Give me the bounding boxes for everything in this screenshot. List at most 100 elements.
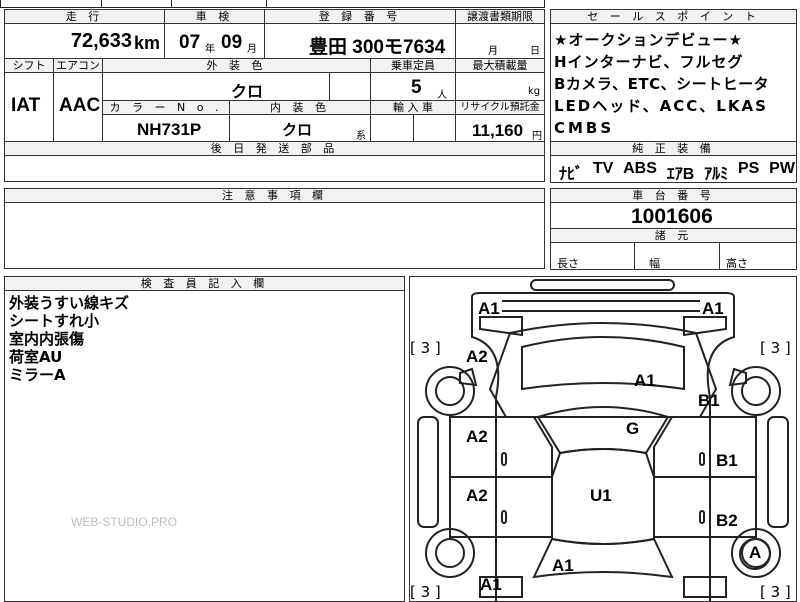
exterior-color-header: 外 装 色 (102, 58, 371, 73)
damage-mark-left-fender: A2 (466, 347, 488, 366)
import-cell (370, 114, 456, 142)
inspection-month-unit: 月 (247, 44, 257, 55)
transfer-deadline-header: 譲渡書類期限 (455, 9, 545, 24)
max-load-unit: kg (528, 86, 541, 97)
sales-point-body: ★オークションデビュー★ Hインターナビ、フルセグ Bカメラ、ETC、シートヒー… (550, 23, 797, 142)
interior-color-suffix: 系 (356, 131, 366, 142)
interior-color-cell: クロ 系 (229, 114, 371, 142)
chassis-header: 車 台 番 号 (550, 188, 797, 203)
shift-cell: IAT (4, 72, 54, 142)
registration-cell: 豊田 300モ7634 (264, 23, 456, 59)
aircon-value: AAC (59, 95, 101, 116)
import-header: 輸 入 車 (370, 100, 456, 115)
damage-mark-left-front-door: A2 (466, 427, 488, 446)
max-load-header: 最大積載量 (455, 58, 545, 73)
notes-body (4, 202, 545, 269)
sales-point-list: ★オークションデビュー★ Hインターナビ、フルセグ Bカメラ、ETC、シートヒー… (554, 29, 769, 139)
top-strip (0, 0, 545, 8)
watermark: WEB-STUDIO.PRO (71, 515, 178, 529)
transfer-month-unit: 月 (488, 46, 498, 57)
transfer-deadline-cell: 月 日 (455, 23, 545, 59)
mileage-value: 72,633 (70, 30, 132, 52)
interior-color-header: 内 装 色 (229, 100, 371, 115)
later-parts-body (4, 155, 545, 182)
bracket-front-left: [ 3 ] (410, 339, 441, 357)
oem-item: ｴｱB (666, 166, 695, 183)
width-label: 幅 (649, 257, 660, 270)
dims-header: 諸 元 (550, 228, 797, 243)
mileage-cell: 72,633 km (4, 23, 165, 59)
shift-value: IAT (11, 95, 41, 116)
sales-point-header: セ ー ル ス ポ イ ン ト (550, 9, 797, 24)
registration-plate: 豊田 300モ7634 (309, 37, 446, 58)
mileage-unit: km (133, 33, 160, 53)
sales-point-line: LEDヘッド、ACC、LKAS (554, 97, 768, 115)
damage-mark-right-fender: B1 (698, 391, 720, 410)
oem-item: ﾅﾋﾞ (559, 166, 584, 183)
chassis-cell: 1001606 (550, 202, 797, 229)
inspector-note: 荷室AU (9, 348, 63, 366)
aircon-header: エアコン (53, 58, 103, 73)
bracket-front-right: [ 3 ] (760, 339, 791, 357)
oem-item: TV (592, 160, 614, 177)
aircon-cell: AAC (53, 72, 103, 142)
height-cell: 高さ (719, 242, 797, 270)
damage-mark-roof-rear: U1 (590, 486, 612, 505)
inspector-header: 検 査 員 記 入 欄 (4, 276, 405, 291)
sales-point-line: Hインターナビ、フルセグ (554, 53, 744, 71)
oem-header: 純 正 装 備 (550, 141, 797, 156)
exterior-color-cell: クロ (102, 72, 371, 101)
damage-mark-hood: A1 (634, 371, 656, 390)
color-no-cell: NH731P (102, 114, 230, 142)
capacity-header: 乗車定員 (370, 58, 456, 73)
shift-header: シフト (4, 58, 54, 73)
damage-mark-rear-left: A1 (480, 575, 502, 594)
inspection-header: 車 検 (164, 9, 265, 24)
max-load-cell: kg (455, 72, 545, 101)
damage-mark-front-left: A1 (478, 299, 500, 318)
damage-mark-roof-front: G (626, 419, 640, 438)
damage-mark-trunk: A1 (552, 556, 574, 575)
sales-point-line: ★オークションデビュー★ (554, 31, 743, 49)
recycle-value: 11,160 (472, 121, 524, 140)
recycle-cell: 11,160 円 (455, 114, 545, 142)
damage-mark-front-right: A1 (702, 299, 724, 318)
height-label: 高さ (726, 257, 748, 270)
damage-mark-right-rear-door: B2 (716, 511, 738, 530)
chassis-number: 1001606 (631, 205, 713, 228)
recycle-unit: 円 (532, 131, 542, 142)
bracket-rear-left: [ 3 ] (410, 583, 441, 601)
exterior-color-value: クロ (231, 82, 264, 101)
inspection-year-unit: 年 (205, 44, 215, 55)
bracket-rear-right: [ 3 ] (760, 583, 791, 601)
oem-item: PW (769, 160, 795, 177)
mileage-header: 走 行 (4, 9, 165, 24)
capacity-value: 5 (411, 77, 422, 98)
inspector-note: ミラーA (9, 366, 66, 384)
registration-header: 登 録 番 号 (264, 9, 456, 24)
inspection-cell: 07 年 09 月 (164, 23, 265, 59)
damage-mark-rear-quarter-right: A (749, 543, 762, 562)
inspector-note: 室内内張傷 (9, 330, 85, 348)
color-no-header: カ ラ ー N o . (102, 100, 230, 115)
inspection-month: 09 (221, 32, 243, 53)
notes-header: 注 意 事 項 欄 (4, 188, 545, 203)
oem-item: ｱﾙﾐ (704, 166, 729, 183)
sales-point-line: CMBS (554, 119, 615, 137)
transfer-day-unit: 日 (530, 46, 540, 57)
inspector-notes-list: 外装うすい線キズ シートすれ小 室内内張傷 荷室AU ミラーA (9, 294, 129, 384)
length-cell: 長さ (550, 242, 635, 270)
inspection-year: 07 (179, 32, 201, 53)
width-cell: 幅 (634, 242, 720, 270)
inspector-body: 外装うすい線キズ シートすれ小 室内内張傷 荷室AU ミラーA WEB-STUD… (4, 290, 405, 602)
recycle-header: リサイクル預託金 (455, 100, 545, 115)
car-diagram: A1 A1 [ 3 ] [ 3 ] A2 A1 B1 G A2 B1 A2 U1… (409, 276, 797, 602)
oem-item: PS (737, 160, 760, 177)
oem-item: ABS (623, 160, 657, 177)
sales-point-line: Bカメラ、ETC、シートヒータ (554, 75, 770, 93)
oem-list: ﾅﾋﾞ TV ABS ｴｱB ｱﾙﾐ PS PW (559, 160, 795, 184)
inspector-note: シートすれ小 (9, 312, 100, 330)
damage-mark-left-rear-door: A2 (466, 486, 488, 505)
capacity-cell: 5 人 (370, 72, 456, 101)
inspector-note: 外装うすい線キズ (9, 294, 130, 312)
